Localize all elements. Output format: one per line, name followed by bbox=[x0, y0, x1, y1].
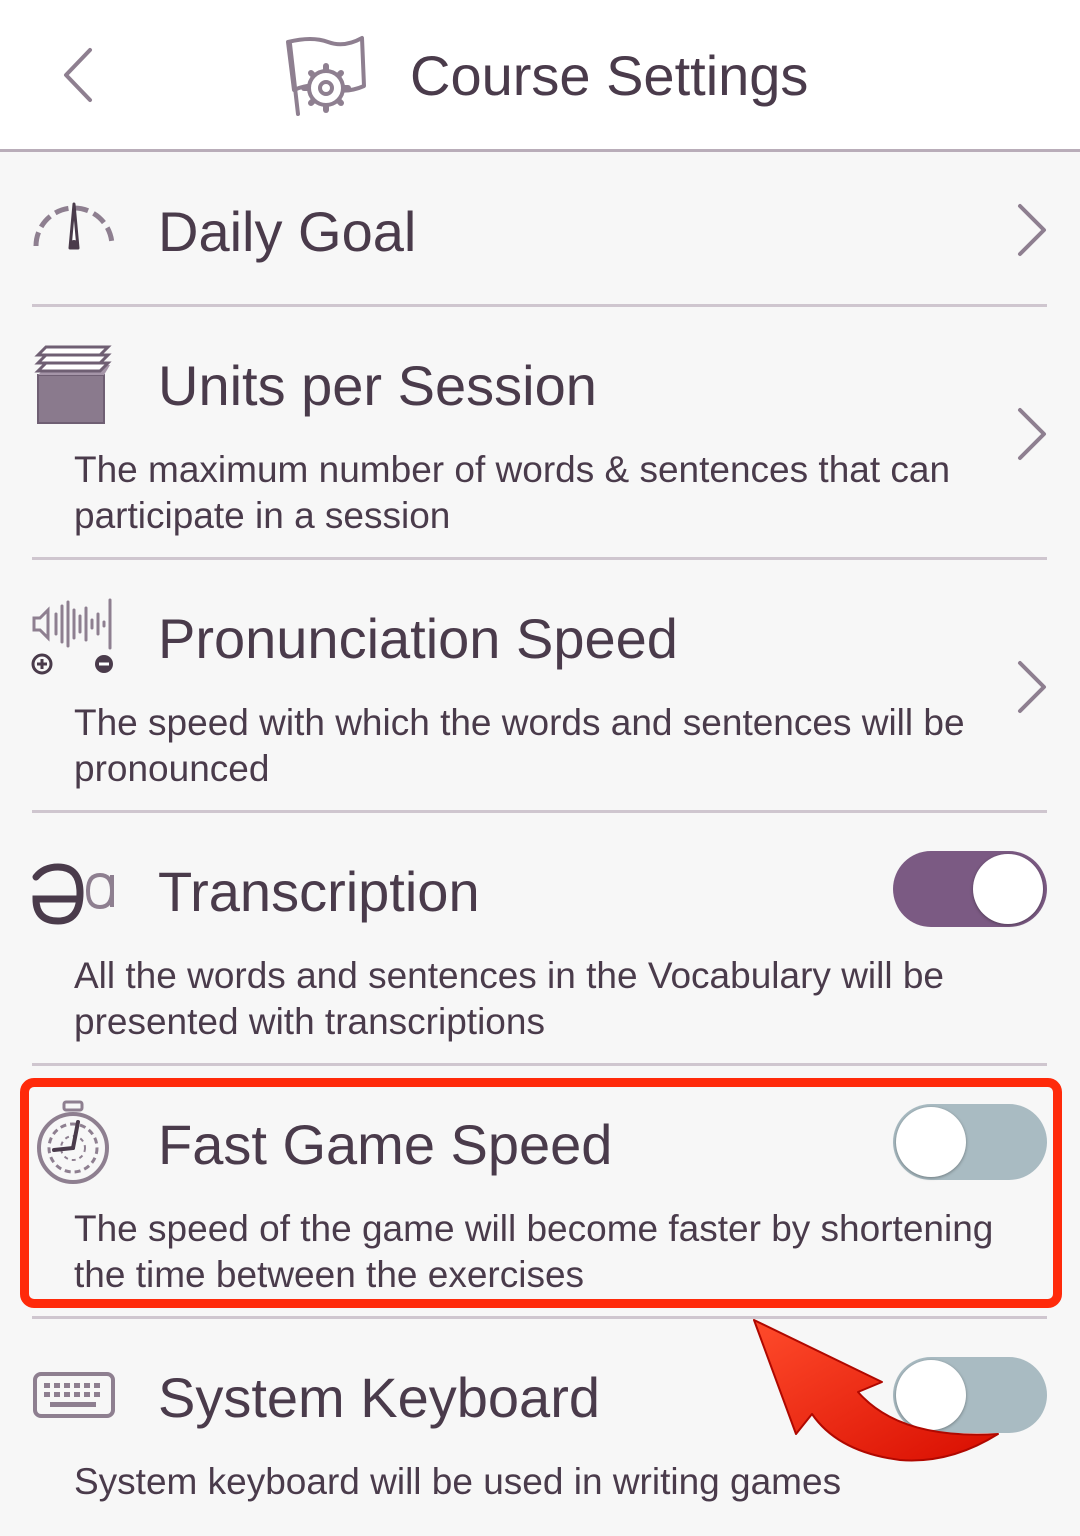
page-title: Course Settings bbox=[410, 44, 809, 107]
setting-title: Pronunciation Speed bbox=[158, 607, 678, 670]
toggle-knob bbox=[973, 854, 1043, 924]
setting-title: Transcription bbox=[158, 860, 480, 923]
back-button[interactable] bbox=[54, 40, 104, 110]
setting-description: The speed with which the words and sente… bbox=[74, 702, 965, 789]
keyboard-icon bbox=[32, 1371, 116, 1424]
setting-description: All the words and sentences in the Vocab… bbox=[74, 955, 945, 1042]
transcription-icon bbox=[30, 863, 118, 930]
sound-wave-icon bbox=[30, 598, 118, 683]
setting-title: Units per Session bbox=[158, 354, 597, 417]
stack-icon bbox=[34, 343, 112, 432]
chevron-right-icon bbox=[1018, 661, 1046, 713]
speedometer-icon bbox=[30, 192, 118, 257]
chevron-right-icon bbox=[1018, 408, 1046, 460]
setting-title: Daily Goal bbox=[158, 200, 417, 263]
pointer-arrow-icon bbox=[753, 1319, 999, 1462]
setting-row-pronunciation-speed[interactable]: Pronunciation Speed The speed with which… bbox=[0, 560, 1080, 812]
transcription-toggle[interactable] bbox=[893, 851, 1047, 927]
setting-title: System Keyboard bbox=[158, 1366, 600, 1429]
setting-row-transcription: Transcription All the words and sentence… bbox=[0, 813, 1080, 1065]
setting-row-daily-goal[interactable]: Daily Goal bbox=[0, 152, 1080, 305]
highlight-box bbox=[20, 1078, 1062, 1308]
setting-row-units-per-session[interactable]: Units per Session The maximum number of … bbox=[0, 307, 1080, 559]
header-bar: Course Settings bbox=[0, 0, 1080, 152]
setting-description: The maximum number of words & sentences … bbox=[74, 449, 951, 536]
back-chevron-icon bbox=[64, 48, 92, 102]
chevron-right-icon bbox=[1018, 204, 1046, 256]
course-settings-icon bbox=[282, 30, 372, 120]
